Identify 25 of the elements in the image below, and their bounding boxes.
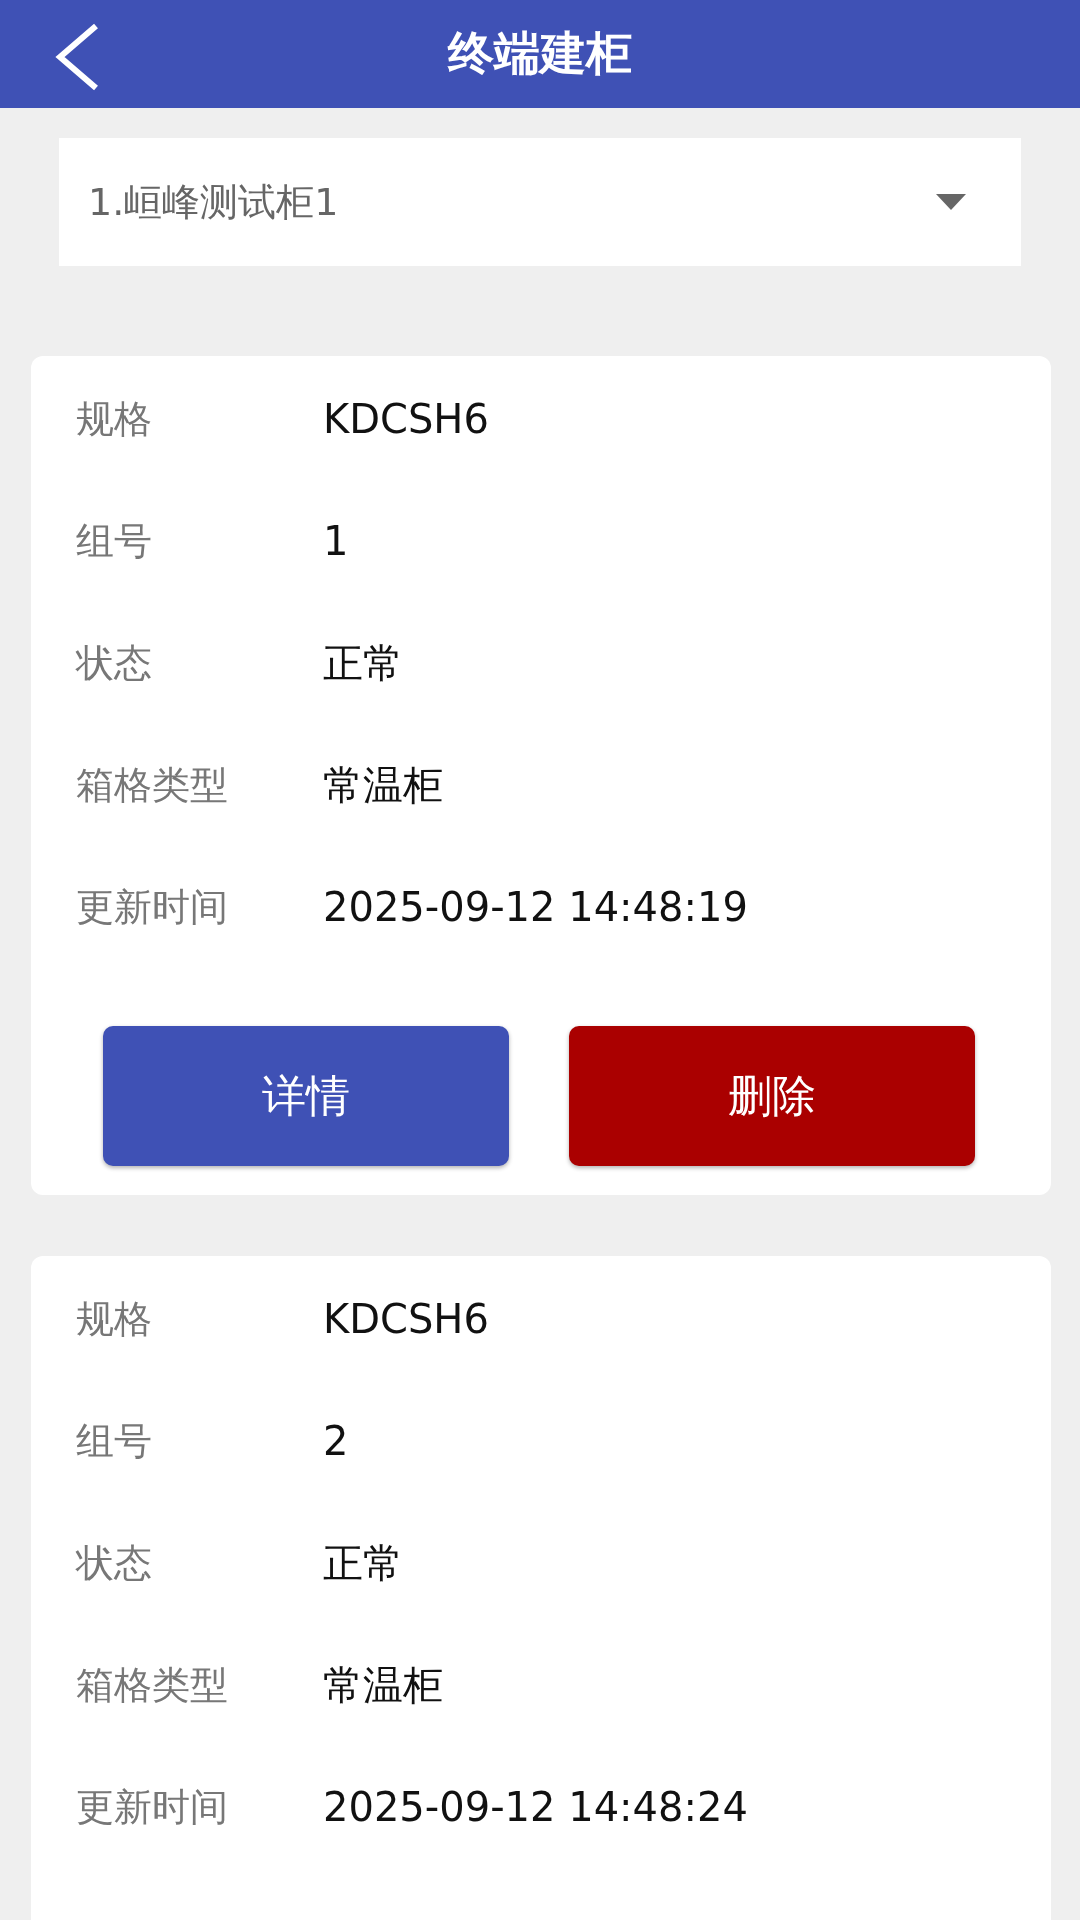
field-label: 箱格类型: [76, 761, 229, 809]
field-label: 组号: [76, 1417, 153, 1465]
delete-button[interactable]: 删除: [569, 1026, 975, 1166]
page-title: 终端建柜: [448, 25, 632, 82]
field-value: 常温柜: [323, 760, 443, 810]
field-value: 正常: [323, 638, 403, 688]
field-value: 正常: [323, 1538, 403, 1588]
field-value: KDCSH6: [323, 396, 489, 442]
field-label: 更新时间: [76, 883, 229, 931]
field-value: 2025-09-12 14:48:19: [323, 884, 748, 930]
field-label: 规格: [76, 395, 153, 443]
field-label: 规格: [76, 1295, 153, 1343]
field-label: 状态: [76, 1539, 153, 1587]
field-value: 常温柜: [323, 1660, 443, 1710]
field-label: 组号: [76, 517, 153, 565]
cabinet-dropdown[interactable]: 1.峘峰测试柜1: [59, 138, 1021, 266]
field-value: 2025-09-12 14:48:24: [323, 1784, 748, 1830]
dropdown-caret-icon[interactable]: [936, 194, 966, 210]
field-value: 2: [323, 1418, 349, 1464]
field-label: 更新时间: [76, 1783, 229, 1831]
field-value: 1: [323, 518, 349, 564]
field-value: KDCSH6: [323, 1296, 489, 1342]
field-label: 箱格类型: [76, 1661, 229, 1709]
details-button[interactable]: 详情: [103, 1026, 509, 1166]
field-label: 状态: [76, 639, 153, 687]
